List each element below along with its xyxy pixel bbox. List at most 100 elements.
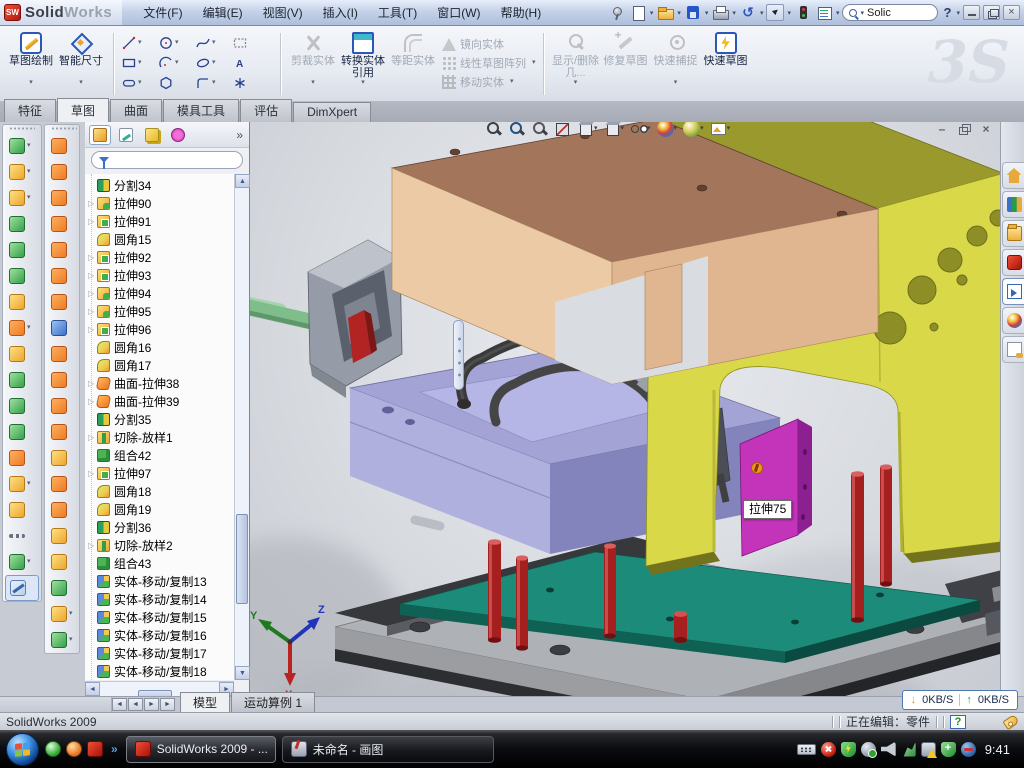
dropdown-arrow-icon[interactable]: ▾	[288, 79, 338, 87]
sketch-point-icon[interactable]: ▾	[45, 601, 79, 627]
network-warning-icon[interactable]	[921, 742, 936, 757]
convert-icon[interactable]: 转换实体引用 ▾	[338, 30, 388, 87]
filter-input[interactable]	[91, 151, 243, 169]
swept-boss-icon[interactable]	[3, 211, 41, 237]
flatten-surface-icon[interactable]	[45, 237, 79, 263]
sketch-icon[interactable]: 草图绘制 ▾	[6, 30, 56, 87]
pattern-icon[interactable]: 线性草图阵列 ▾	[442, 55, 536, 71]
quick-tips-button[interactable]: ?	[950, 715, 966, 729]
fillet-icon[interactable]: ▾	[3, 185, 41, 211]
command-tab[interactable]: 特征	[4, 99, 56, 122]
dropdown-arrow-icon[interactable]: ▾	[138, 39, 142, 47]
expand-arrow-icon[interactable]: ▷	[88, 217, 97, 226]
menu-item[interactable]: 视图(V)	[254, 1, 312, 24]
tree-item[interactable]: ▷ 拉伸93	[85, 266, 234, 284]
tag-icon[interactable]	[1002, 713, 1019, 729]
tree-item[interactable]: 实体-移动/复制14	[85, 590, 234, 608]
arc-icon[interactable]: ▾	[158, 53, 195, 73]
taskbar-task-button[interactable]: 未命名 - 画图	[282, 736, 494, 763]
task-pane-tab[interactable]	[1002, 278, 1024, 305]
swept-surface-icon[interactable]	[45, 133, 79, 159]
dropdown-arrow-icon[interactable]: ▾	[674, 125, 678, 133]
expand-arrow-icon[interactable]: ▷	[88, 253, 97, 262]
combine-bodies-icon[interactable]	[3, 393, 41, 419]
tree-item[interactable]: ▷ 曲面-拉伸39	[85, 392, 234, 410]
dropdown-arrow-icon[interactable]: ▾	[56, 79, 106, 87]
reference-axis-icon[interactable]	[3, 523, 41, 549]
dimension-icon[interactable]: 智能尺寸 ▾	[56, 30, 106, 87]
tree-vertical-scrollbar[interactable]: ▲ ▼	[234, 174, 249, 680]
taskbar-task-button[interactable]: SolidWorks 2009 - ...	[126, 736, 276, 763]
polygon-icon[interactable]	[158, 73, 195, 93]
dropdown-arrow-icon[interactable]: ▾	[647, 125, 651, 133]
offset-icon[interactable]: 等距实体	[388, 30, 438, 87]
print-icon[interactable]	[711, 4, 729, 21]
dropdown-arrow-icon[interactable]: ▾	[212, 79, 216, 87]
save-icon[interactable]	[684, 4, 702, 21]
revolved-surface-icon[interactable]	[45, 159, 79, 185]
command-tab[interactable]: DimXpert	[293, 102, 371, 122]
search-box[interactable]: ▾	[842, 4, 938, 21]
tree-item[interactable]: 分割36	[85, 518, 234, 536]
hole-wizard-icon[interactable]	[3, 289, 41, 315]
restore-button[interactable]	[983, 5, 1000, 20]
dropdown-arrow-icon[interactable]: ▾	[27, 168, 31, 176]
rectangle-icon[interactable]: ▾	[121, 53, 158, 73]
dropdown-arrow-icon[interactable]: ▾	[700, 125, 704, 133]
tree-item[interactable]: 圆角18	[85, 482, 234, 500]
antivirus-icon[interactable]	[821, 742, 836, 757]
replace-face-icon[interactable]	[45, 419, 79, 445]
tree-item[interactable]: ▷ 曲面-拉伸38	[85, 374, 234, 392]
mirror-icon[interactable]: 镜向实体	[442, 36, 536, 52]
extruded-cut-icon[interactable]: ▾	[3, 159, 41, 185]
untrim-surface-icon[interactable]	[45, 445, 79, 471]
display-delete-icon[interactable]: 显示/删除几... ▾	[551, 30, 601, 87]
select-tool-icon[interactable]	[766, 4, 784, 21]
tree-item[interactable]: 分割35	[85, 410, 234, 428]
dropdown-arrow-icon[interactable]: ▾	[69, 610, 73, 618]
tree-item[interactable]: 实体-移动/复制16	[85, 626, 234, 644]
delete-face-icon[interactable]	[45, 393, 79, 419]
command-tab[interactable]: 模具工具	[163, 99, 239, 122]
expand-arrow-icon[interactable]: ▷	[88, 289, 97, 298]
taskbar-clock[interactable]: 9:41	[981, 742, 1018, 757]
signal-icon[interactable]	[901, 742, 916, 757]
task-pane-tab[interactable]	[1002, 220, 1024, 247]
snap-icon[interactable]: 快速捕捉 ▾	[651, 30, 701, 87]
tree-item[interactable]: ▷ 拉伸94	[85, 284, 234, 302]
task-pane-tab[interactable]	[1002, 191, 1024, 218]
ellipse-icon[interactable]: ▾	[195, 53, 232, 73]
hud-button[interactable]: ▾	[683, 122, 704, 137]
shield-lightning-icon[interactable]	[841, 742, 856, 757]
tab-nav-button[interactable]: ►	[160, 698, 175, 711]
tree-item[interactable]: 实体-移动/复制13	[85, 572, 234, 590]
expand-arrow-icon[interactable]: ▷	[88, 199, 97, 208]
hud-button[interactable]: ▾	[710, 122, 731, 137]
rapid-icon[interactable]: 快速草图	[701, 30, 751, 87]
defender-icon[interactable]	[941, 742, 956, 757]
expand-arrow-icon[interactable]: ▷	[88, 325, 97, 334]
helix-spiral-icon[interactable]: ▾	[3, 549, 41, 575]
task-pane-tab[interactable]	[1002, 249, 1024, 276]
dropdown-arrow-icon[interactable]: ▾	[651, 79, 701, 87]
task-pane-tab[interactable]	[1002, 307, 1024, 334]
menu-item[interactable]: 工具(T)	[369, 1, 426, 24]
dropdown-arrow-icon[interactable]: ▾	[175, 39, 179, 47]
search-input[interactable]	[867, 7, 919, 19]
pane-splitter-handle[interactable]	[453, 320, 464, 390]
dropdown-arrow-icon[interactable]: ▾	[621, 125, 625, 133]
network-speed-widget[interactable]: ↓ 0KB/S ↑ 0KB/S	[902, 690, 1018, 710]
command-tab[interactable]: 评估	[240, 99, 292, 122]
tree-item[interactable]: 圆角15	[85, 230, 234, 248]
start-button[interactable]	[6, 733, 39, 766]
help-button[interactable]: ?	[941, 4, 953, 21]
point-icon[interactable]	[232, 73, 269, 93]
hud-button[interactable]	[531, 122, 548, 137]
command-tab[interactable]: 曲面	[110, 99, 162, 122]
thicken-icon[interactable]	[45, 341, 79, 367]
doc-minimize-button[interactable]: –	[934, 122, 950, 136]
text-icon[interactable]: A	[232, 53, 269, 73]
tree-item[interactable]: ▷ 切除-放样2	[85, 536, 234, 554]
lofted-surface-icon[interactable]	[45, 185, 79, 211]
doc-close-button[interactable]: ×	[978, 122, 994, 136]
